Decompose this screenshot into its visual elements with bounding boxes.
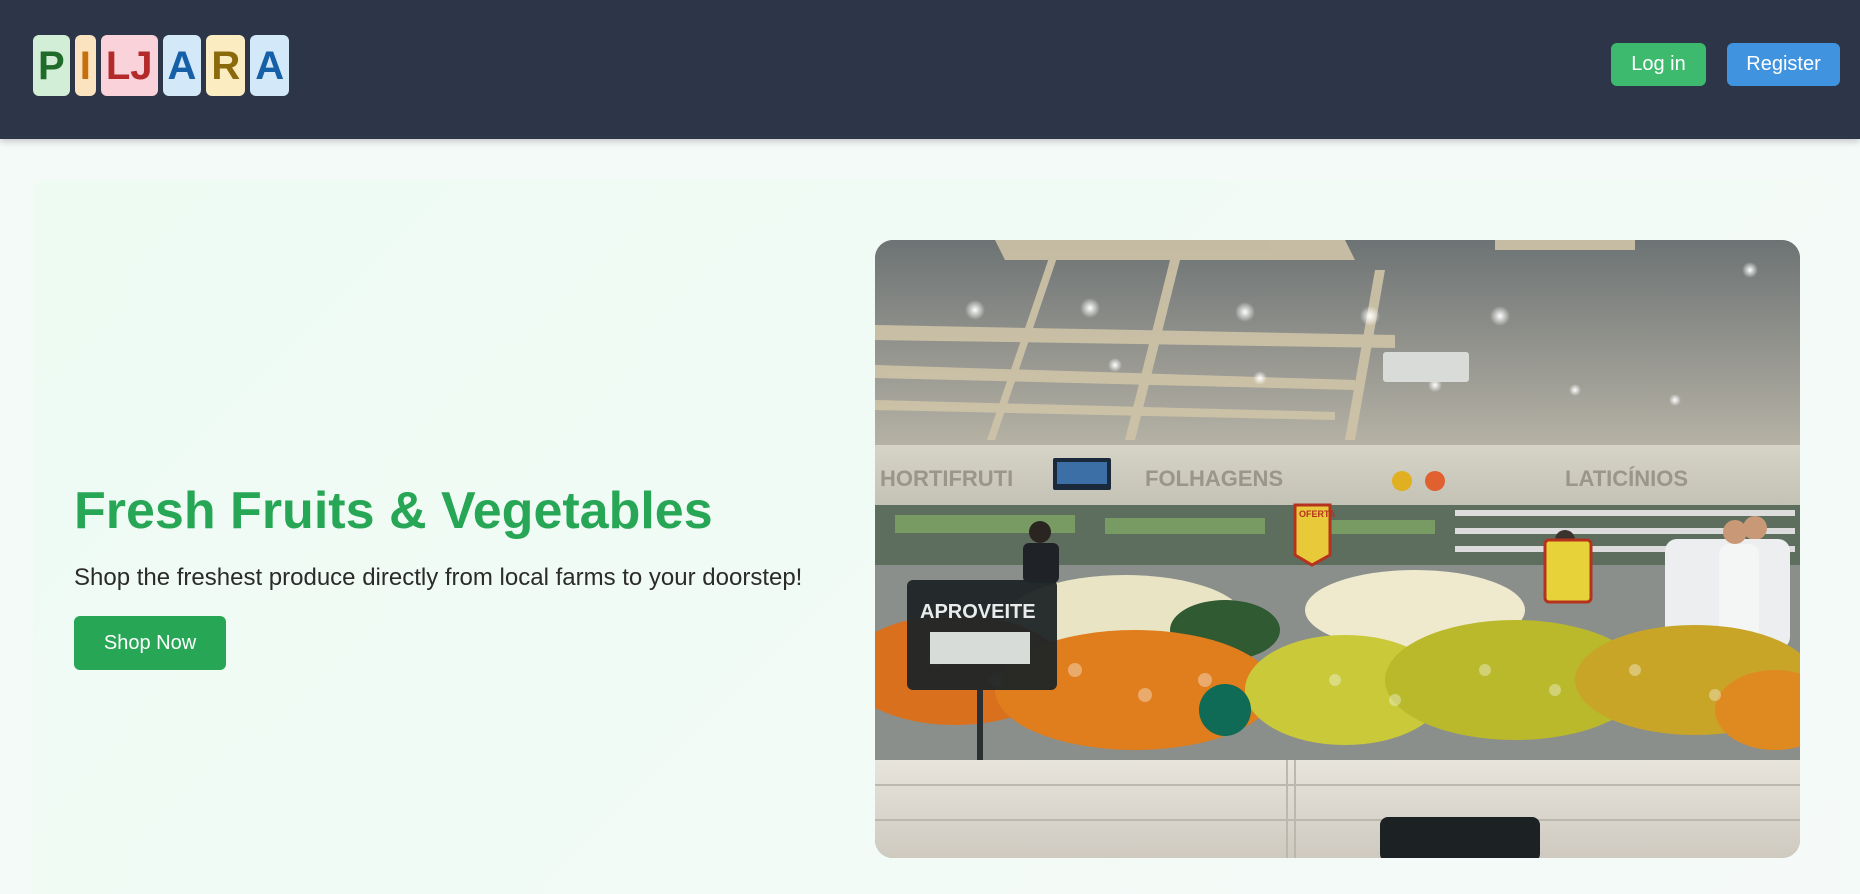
hero-title: Fresh Fruits & Vegetables [74,482,713,540]
price-sign-right [1543,538,1593,604]
auth-buttons: Log in Register [1611,43,1840,86]
sign-oferta-label: OFERTA [1299,509,1336,519]
brand-logo[interactable]: P I LJ A R A [33,35,290,96]
logo-letter-tile: A [250,35,290,96]
air-conditioner [1383,352,1469,382]
logo-letter-tile: A [162,35,202,96]
login-button[interactable]: Log in [1611,43,1706,86]
foreground-blur-sign [1380,817,1540,858]
logo-letter-tile: I [74,35,96,96]
hero-image-supermarket: HORTIFRUTI FOLHAGENS LATICÍNIOS OFERTA A… [875,240,1800,858]
hero-section: Fresh Fruits & Vegetables Shop the fresh… [33,180,1839,894]
sign-hortifruti: HORTIFRUTI [880,466,1013,491]
logo-letter-tile: LJ [100,35,158,96]
register-button[interactable]: Register [1727,43,1840,86]
logo-letter-tile: R [206,35,246,96]
sign-laticinios: LATICÍNIOS [1565,466,1688,491]
logo-letter-tile: P [33,35,70,96]
shop-now-button[interactable]: Shop Now [74,616,226,670]
top-navbar: P I LJ A R A Log in Register [0,0,1860,139]
fruit-logo-icon [1392,471,1412,491]
hero-subtitle: Shop the freshest produce directly from … [74,564,803,591]
display-bins [875,760,1800,858]
sign-folhagens: FOLHAGENS [1145,466,1283,491]
sign-aproveite: APROVEITE [920,601,1036,623]
price-sign-oferta: OFERTA [1293,503,1336,567]
fruit-logo-icon [1425,471,1445,491]
green-tag-holder [1199,684,1251,736]
